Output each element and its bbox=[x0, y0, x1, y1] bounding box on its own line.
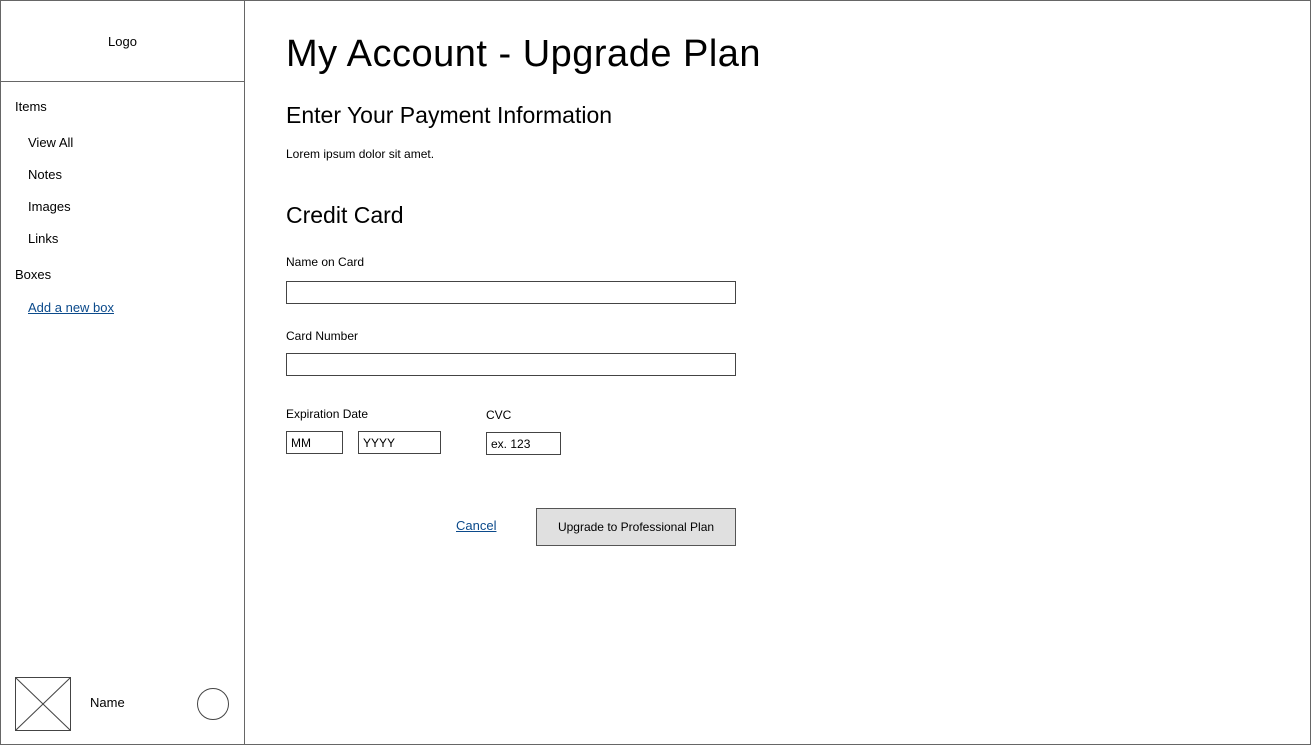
cvc-label: CVC bbox=[486, 408, 512, 422]
sidebar-section-boxes: Boxes bbox=[15, 267, 52, 282]
upgrade-button[interactable]: Upgrade to Professional Plan bbox=[536, 508, 736, 546]
section-title: Enter Your Payment Information bbox=[286, 102, 613, 128]
user-bar: Name bbox=[1, 674, 244, 744]
card-number-label: Card Number bbox=[286, 329, 359, 343]
logo[interactable]: Logo bbox=[1, 1, 244, 82]
add-box-link[interactable]: Add a new box bbox=[28, 300, 114, 315]
sidebar-item-images[interactable]: Images bbox=[28, 199, 71, 214]
image-placeholder-icon bbox=[16, 678, 70, 730]
avatar[interactable] bbox=[15, 677, 71, 731]
user-name: Name bbox=[90, 695, 125, 710]
sidebar: Logo Items View All Notes Images Links B… bbox=[1, 1, 245, 744]
description-text: Lorem ipsum dolor sit amet. bbox=[286, 147, 435, 161]
expiration-month-field[interactable] bbox=[286, 431, 343, 454]
expiration-date-label: Expiration Date bbox=[286, 407, 369, 421]
main-content: My Account - Upgrade Plan Enter Your Pay… bbox=[245, 1, 1310, 744]
sidebar-section-items: Items bbox=[15, 99, 47, 114]
sidebar-item-links[interactable]: Links bbox=[28, 231, 58, 246]
expiration-year-field[interactable] bbox=[358, 431, 441, 454]
name-on-card-field[interactable] bbox=[286, 281, 736, 304]
credit-card-title: Credit Card bbox=[286, 202, 404, 228]
sidebar-item-notes[interactable]: Notes bbox=[28, 167, 62, 182]
logo-label: Logo bbox=[108, 33, 137, 49]
sidebar-item-view-all[interactable]: View All bbox=[28, 135, 73, 150]
name-on-card-label: Name on Card bbox=[286, 255, 365, 269]
cancel-link[interactable]: Cancel bbox=[456, 518, 496, 533]
user-status-icon[interactable] bbox=[197, 688, 229, 720]
card-number-field[interactable] bbox=[286, 353, 736, 376]
cvc-field[interactable] bbox=[486, 432, 561, 455]
page-title: My Account - Upgrade Plan bbox=[286, 33, 762, 75]
app-window: Logo Items View All Notes Images Links B… bbox=[0, 0, 1311, 745]
